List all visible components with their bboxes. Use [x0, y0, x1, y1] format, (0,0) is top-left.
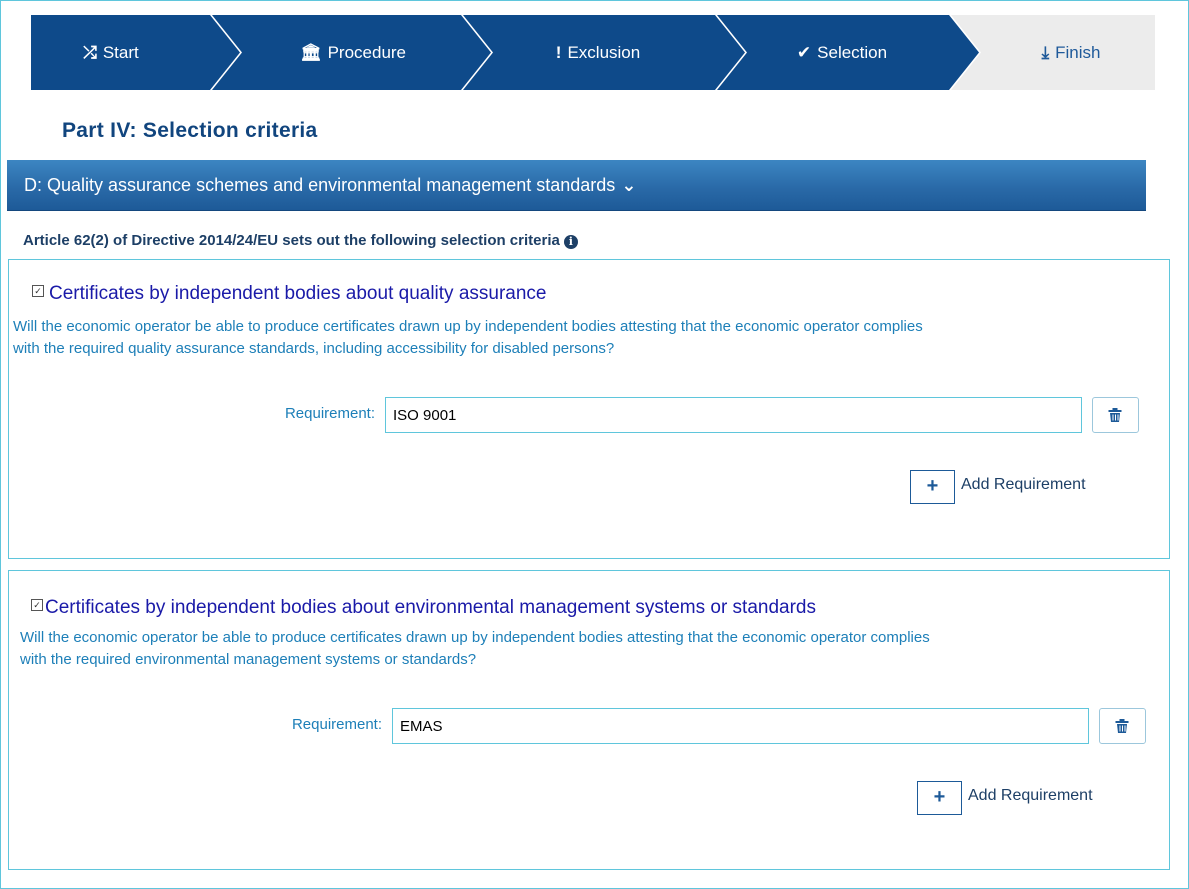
download-icon: ⤓ — [1041, 43, 1050, 62]
section-header-d[interactable]: D: Quality assurance schemes and environ… — [7, 160, 1146, 211]
criterion-checkbox[interactable]: ✓ — [31, 599, 43, 611]
criterion-description: Will the economic operator be able to pr… — [13, 318, 923, 357]
institution-icon: 🏛 — [299, 43, 322, 62]
plus-icon: + — [926, 475, 939, 497]
requirement-label: Requirement: — [284, 405, 375, 422]
requirement-label: Requirement: — [291, 716, 382, 733]
shuffle-icon: ⤮ — [83, 43, 97, 62]
wizard-step-exclusion[interactable]: ! Exclusion — [493, 15, 703, 90]
article-intro: Article 62(2) of Directive 2014/24/EU se… — [23, 232, 578, 249]
exclamation-icon: ! — [555, 43, 562, 62]
requirement-input[interactable] — [392, 708, 1089, 744]
add-requirement-label[interactable]: Add Requirement — [961, 476, 1086, 494]
delete-requirement-button[interactable] — [1099, 708, 1146, 744]
wizard-step-finish[interactable]: ⤓ Finish — [981, 15, 1161, 90]
add-requirement-button[interactable]: + — [917, 781, 962, 815]
requirement-input[interactable] — [385, 397, 1082, 433]
add-requirement-label[interactable]: Add Requirement — [968, 787, 1093, 805]
criterion-title: ✓ Certificates by independent bodies abou… — [31, 597, 816, 619]
check-circle-icon: ✔ — [796, 43, 812, 62]
trash-icon — [1108, 408, 1122, 422]
chevron-down-icon: ⌄ — [621, 175, 637, 195]
info-icon[interactable]: i — [563, 235, 578, 249]
delete-requirement-button[interactable] — [1092, 397, 1139, 433]
criterion-description: Will the economic operator be able to pr… — [20, 629, 930, 668]
wizard-step-start[interactable]: ⤮ Start — [31, 15, 191, 90]
plus-icon: + — [933, 786, 946, 808]
wizard-step-selection[interactable]: ✔ Selection — [747, 15, 937, 90]
section-title: D: Quality assurance schemes and environ… — [24, 175, 616, 195]
trash-icon — [1115, 719, 1129, 733]
criterion-checkbox[interactable]: ✓ — [32, 285, 44, 297]
criterion-panel-quality: ✓ Certificates by independent bodies abou… — [8, 259, 1170, 559]
criterion-panel-environmental: ✓ Certificates by independent bodies abou… — [8, 570, 1170, 870]
wizard-step-procedure[interactable]: 🏛 Procedure — [242, 15, 464, 90]
add-requirement-button[interactable]: + — [910, 470, 955, 504]
criterion-title: ✓ Certificates by independent bodies abou… — [32, 283, 547, 305]
page-title: Part IV: Selection criteria — [62, 119, 318, 142]
wizard-steps: ⤮ Start 🏛 Procedure ! Exclusion ✔ Selection … — [31, 15, 1155, 90]
